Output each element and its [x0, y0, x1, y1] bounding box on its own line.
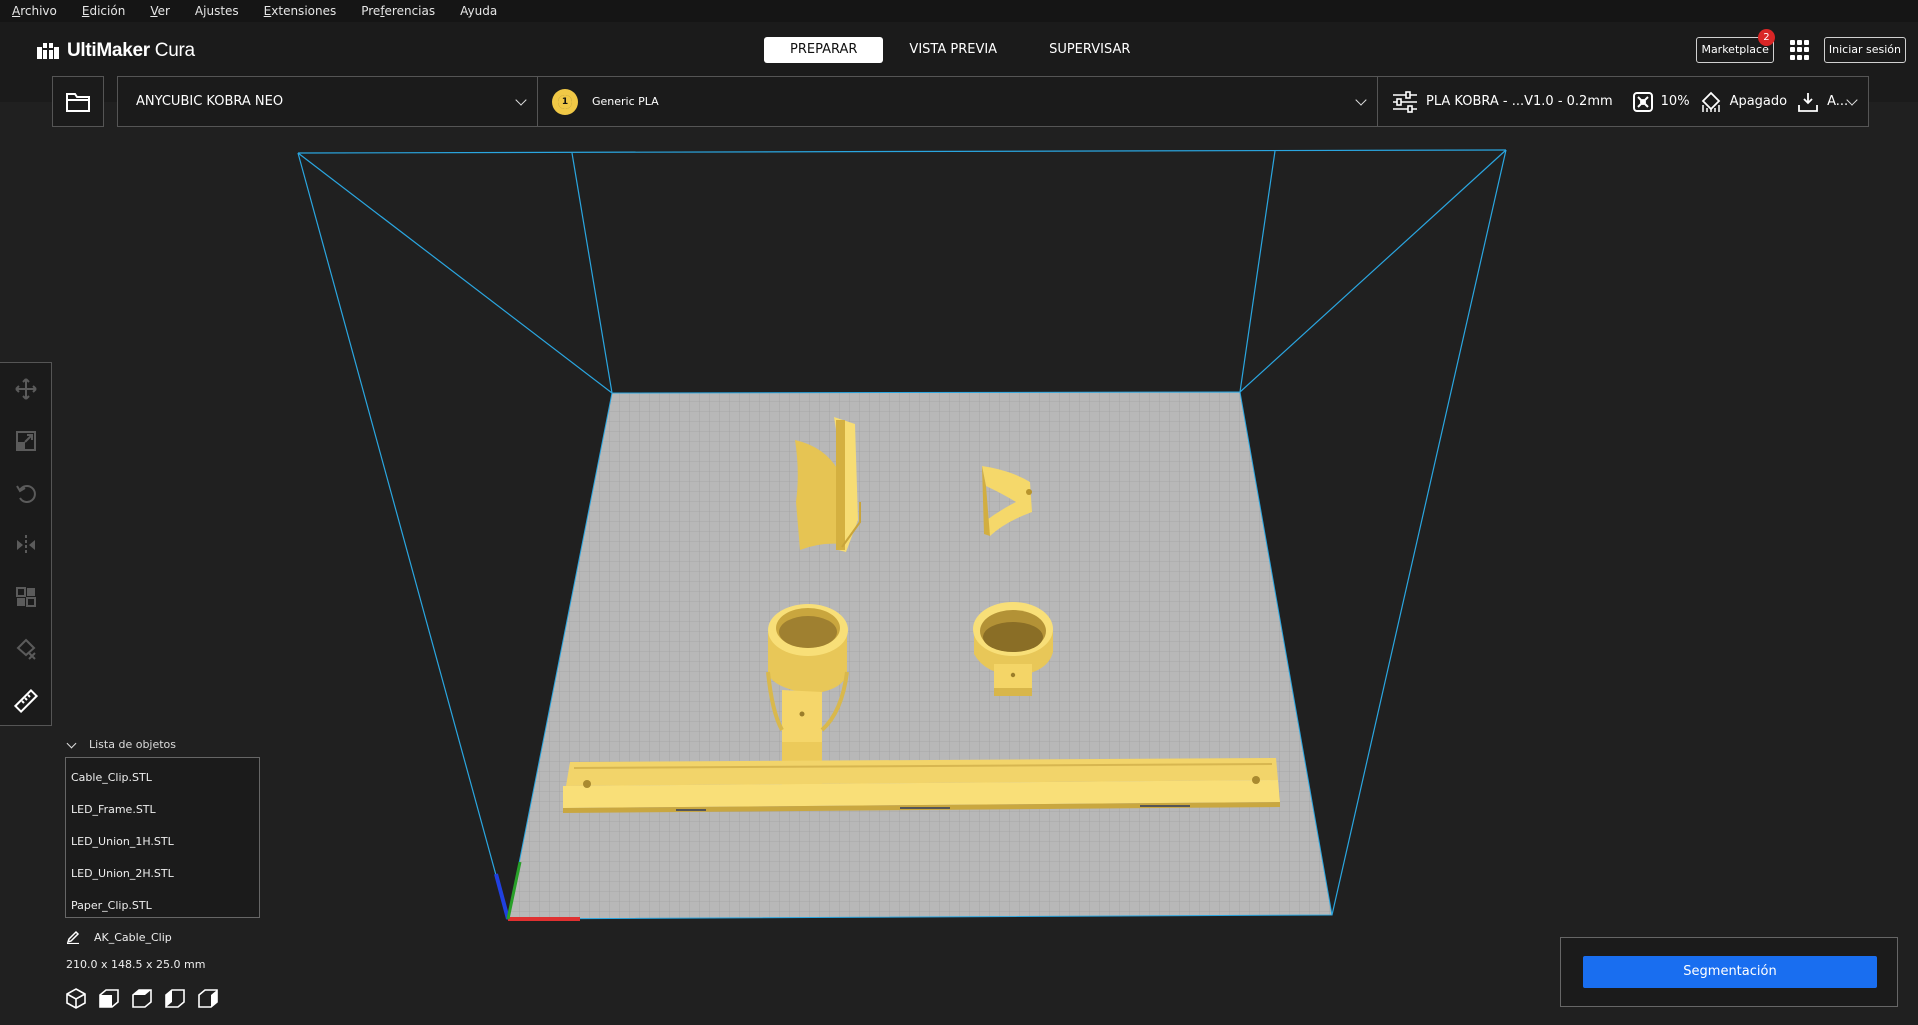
camera-views: [64, 986, 220, 1010]
cube-right-icon: [198, 989, 218, 1008]
model-led-rail[interactable]: [563, 758, 1280, 813]
scale-tool[interactable]: [0, 415, 52, 467]
signin-button[interactable]: Iniciar sesión: [1823, 37, 1906, 63]
menu-extensiones[interactable]: Extensiones: [264, 4, 337, 18]
marketplace-button[interactable]: Marketplace 2: [1696, 29, 1775, 63]
cube-front-icon: [99, 989, 119, 1008]
move-tool[interactable]: [0, 363, 52, 415]
build-plate: [507, 391, 1333, 920]
per-model-settings-icon: [16, 587, 36, 607]
view-top-button[interactable]: [130, 986, 154, 1010]
support-blocker-tool[interactable]: [0, 623, 52, 675]
list-item[interactable]: LED_Union_1H.STL: [66, 826, 259, 858]
support-blocker-icon: [16, 638, 36, 660]
list-item[interactable]: LED_Frame.STL: [66, 794, 259, 826]
slice-button[interactable]: Segmentación: [1583, 956, 1877, 988]
tab-preparar[interactable]: PREPARAR: [764, 37, 884, 63]
selected-object-name[interactable]: AK_Cable_Clip: [66, 930, 172, 944]
mirror-icon: [17, 535, 35, 555]
view-right-button[interactable]: [196, 986, 220, 1010]
object-list: Cable_Clip.STL LED_Frame.STL LED_Union_1…: [65, 757, 260, 918]
ultimaker-logo-icon: [37, 43, 59, 59]
menu-archivo[interactable]: Archivo: [12, 4, 57, 18]
object-dimensions: 210.0 x 148.5 x 25.0 mm: [66, 958, 206, 971]
object-list-title: Lista de objetos: [89, 738, 177, 751]
app-title: UltiMaker Cura: [67, 40, 195, 61]
view-3d-button[interactable]: [64, 986, 88, 1010]
list-item[interactable]: Cable_Clip.STL: [66, 762, 259, 794]
measure-tool[interactable]: [0, 675, 52, 727]
build-plate-scene: [297, 149, 1507, 921]
tab-vista-previa[interactable]: VISTA PREVIA: [883, 37, 1023, 63]
view-left-button[interactable]: [163, 986, 187, 1010]
object-list-toggle[interactable]: Lista de objetos: [66, 738, 176, 751]
cube-left-icon: [165, 989, 185, 1008]
measure-icon: [14, 689, 38, 713]
stage-tabs: PREPARAR VISTA PREVIA SUPERVISAR: [764, 37, 1156, 63]
tab-supervisar[interactable]: SUPERVISAR: [1023, 37, 1156, 63]
rotate-icon: [16, 485, 36, 503]
menu-ajustes[interactable]: Ajustes: [195, 4, 239, 18]
scale-icon: [16, 431, 36, 451]
tool-panel: [0, 362, 52, 726]
mirror-tool[interactable]: [0, 519, 52, 571]
menu-edicion[interactable]: Edición: [82, 4, 125, 18]
menu-ver[interactable]: Ver: [150, 4, 170, 18]
header-actions: Marketplace 2 Iniciar sesión: [1696, 29, 1906, 63]
cube-3d-icon: [66, 988, 86, 1009]
pencil-icon: [66, 930, 80, 944]
rotate-tool[interactable]: [0, 467, 52, 519]
apps-grid-icon[interactable]: [1789, 40, 1810, 60]
view-front-button[interactable]: [97, 986, 121, 1010]
action-panel: Segmentación: [1560, 937, 1898, 1007]
menu-ayuda[interactable]: Ayuda: [460, 4, 497, 18]
menu-bar: Archivo Edición Ver Ajustes Extensiones …: [0, 0, 1918, 22]
list-item[interactable]: LED_Union_2H.STL: [66, 858, 259, 890]
per-model-settings-tool[interactable]: [0, 571, 52, 623]
app-logo: UltiMaker Cura: [37, 40, 195, 62]
list-item[interactable]: Paper_Clip.STL: [66, 890, 259, 922]
3d-viewport[interactable]: [0, 102, 1918, 1025]
menu-preferencias[interactable]: Preferencias: [361, 4, 435, 18]
notification-badge: 2: [1757, 29, 1775, 46]
move-icon: [15, 378, 37, 400]
cube-top-icon: [132, 989, 152, 1008]
chevron-down-icon: [66, 738, 77, 748]
